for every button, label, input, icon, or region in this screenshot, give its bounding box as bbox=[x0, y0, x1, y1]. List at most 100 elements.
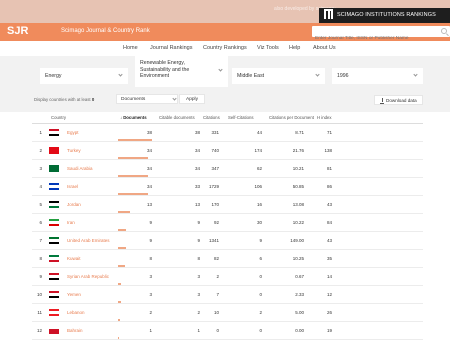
institution-building-icon bbox=[324, 9, 333, 19]
country-link[interactable]: Bahrain bbox=[67, 328, 83, 333]
table-row[interactable]: 1 Egypt 38 38 331 44 8.71 71 bbox=[32, 124, 423, 142]
header-h-index[interactable]: H index bbox=[317, 115, 332, 120]
documents-cell: 9 bbox=[149, 238, 152, 243]
table-row[interactable]: 11 Lebanon 2 2 10 2 5.00 26 bbox=[32, 304, 423, 322]
subject-area-select[interactable]: Energy bbox=[40, 68, 128, 84]
documents-cell: 34 bbox=[146, 184, 152, 189]
nav-country-rankings[interactable]: Country Rankings bbox=[203, 45, 247, 51]
citations-per-document-cell: 0.00 bbox=[295, 328, 304, 333]
country-link[interactable]: Israel bbox=[67, 184, 78, 189]
table-row[interactable]: 12 Bahrain 1 1 0 0 0.00 19 bbox=[32, 322, 423, 340]
top-banner: also developed by scimago: SCIMAGO INSTI… bbox=[0, 0, 450, 23]
apply-button[interactable]: Apply bbox=[179, 94, 205, 104]
header-self-citations[interactable]: Self-Citations bbox=[228, 115, 254, 120]
country-link[interactable]: Iran bbox=[67, 220, 75, 225]
table-row[interactable]: 2 Turkey 34 34 740 174 21.76 138 bbox=[32, 142, 423, 160]
nav-help[interactable]: Help bbox=[289, 45, 300, 51]
table-row[interactable]: 5 Jordan 13 13 170 16 13.08 43 bbox=[32, 196, 423, 214]
citations-cell: 7 bbox=[216, 292, 219, 297]
country-link[interactable]: Lebanon bbox=[67, 310, 85, 315]
header-country[interactable]: Country bbox=[51, 115, 66, 120]
documents-bar bbox=[118, 229, 127, 231]
documents-bar bbox=[118, 319, 120, 321]
country-link[interactable]: Jordan bbox=[67, 202, 81, 207]
header-documents[interactable]: ↓ Documents bbox=[120, 115, 147, 120]
h-index-cell: 84 bbox=[326, 220, 332, 225]
subject-category-select[interactable]: Renewable Energy, Sustainability and the… bbox=[135, 56, 228, 87]
chevron-down-icon bbox=[218, 67, 223, 72]
documents-cell: 8 bbox=[149, 256, 152, 261]
h-index-cell: 81 bbox=[326, 166, 332, 171]
table-row[interactable]: 4 Israel 34 33 1729 106 50.85 86 bbox=[32, 178, 423, 196]
self-citations-cell: 0 bbox=[259, 274, 262, 279]
chevron-down-icon bbox=[172, 96, 177, 101]
h-index-cell: 35 bbox=[326, 256, 332, 261]
table-row[interactable]: 3 Saudi Arabia 34 34 347 62 10.21 81 bbox=[32, 160, 423, 178]
documents-bar bbox=[118, 265, 126, 267]
self-citations-cell: 174 bbox=[254, 148, 262, 153]
self-citations-cell: 0 bbox=[259, 328, 262, 333]
year-value: 1996 bbox=[337, 73, 349, 79]
nav-home[interactable]: Home bbox=[123, 45, 138, 51]
self-citations-cell: 44 bbox=[256, 130, 262, 135]
country-link[interactable]: Syrian Arab Republic bbox=[67, 274, 109, 279]
site-name[interactable]: Scimago Journal & Country Rank bbox=[61, 28, 150, 34]
sjr-logo[interactable]: SJR bbox=[7, 25, 28, 37]
documents-cell: 3 bbox=[149, 292, 152, 297]
nav-about-us[interactable]: About Us bbox=[313, 45, 336, 51]
table-row[interactable]: 7 United Arab Emirates 9 9 1341 9 149.00 43 bbox=[32, 232, 423, 250]
rank-cell: 11 bbox=[37, 310, 42, 315]
min-threshold-value[interactable]: 0 bbox=[92, 97, 94, 102]
citations-per-document-cell: 13.08 bbox=[292, 202, 304, 207]
header-citable-documents[interactable]: Citable documents bbox=[159, 115, 195, 120]
table-row[interactable]: 9 Syrian Arab Republic 3 3 2 0 0.67 14 bbox=[32, 268, 423, 286]
citations-cell: 1341 bbox=[208, 238, 219, 243]
chevron-down-icon bbox=[315, 72, 320, 77]
nav-journal-rankings[interactable]: Journal Rankings bbox=[150, 45, 193, 51]
header-citations[interactable]: Citations bbox=[203, 115, 220, 120]
scimago-institutions-link[interactable]: SCIMAGO INSTITUTIONS RANKINGS bbox=[319, 8, 450, 23]
table-row[interactable]: 6 Iran 9 9 92 30 10.22 84 bbox=[32, 214, 423, 232]
country-link[interactable]: United Arab Emirates bbox=[67, 238, 110, 243]
citable-documents-cell: 34 bbox=[194, 148, 200, 153]
rank-cell: 3 bbox=[39, 166, 42, 171]
table-row[interactable]: 10 Yemen 3 3 7 0 2.33 12 bbox=[32, 286, 423, 304]
rank-cell: 2 bbox=[39, 148, 42, 153]
country-flag-icon bbox=[49, 183, 59, 190]
year-select[interactable]: 1996 bbox=[332, 68, 423, 84]
country-link[interactable]: Saudi Arabia bbox=[67, 166, 93, 171]
metric-select[interactable]: Documents bbox=[116, 94, 178, 104]
citable-documents-cell: 3 bbox=[197, 274, 200, 279]
search-icon[interactable] bbox=[441, 28, 447, 34]
table-body: 1 Egypt 38 38 331 44 8.71 71 2 Turkey 34 34 740 174 21… bbox=[32, 124, 423, 340]
download-icon bbox=[380, 98, 384, 104]
subject-category-value: Renewable Energy, Sustainability and the… bbox=[140, 60, 190, 79]
citations-cell: 1729 bbox=[208, 184, 219, 189]
table-header: Country ↓ Documents Citable documents Ci… bbox=[32, 111, 423, 124]
documents-bar bbox=[118, 337, 119, 339]
citations-per-document-cell: 5.00 bbox=[295, 310, 304, 315]
nav-viz-tools[interactable]: Viz Tools bbox=[257, 45, 279, 51]
citable-documents-cell: 38 bbox=[194, 130, 200, 135]
header-documents-label: Documents bbox=[123, 115, 147, 120]
citable-documents-cell: 33 bbox=[194, 184, 200, 189]
rank-cell: 1 bbox=[39, 130, 42, 135]
country-flag-icon bbox=[49, 255, 59, 262]
download-data-button[interactable]: Download data bbox=[374, 95, 423, 105]
citable-documents-cell: 13 bbox=[194, 202, 200, 207]
table-row[interactable]: 8 Kuwait 8 8 82 6 10.25 35 bbox=[32, 250, 423, 268]
region-select[interactable]: Middle East bbox=[232, 68, 325, 84]
country-link[interactable]: Yemen bbox=[67, 292, 81, 297]
header-citations-per-document[interactable]: Citations per Document bbox=[269, 115, 314, 120]
country-link[interactable]: Kuwait bbox=[67, 256, 81, 261]
country-link[interactable]: Turkey bbox=[67, 148, 81, 153]
citations-cell: 347 bbox=[211, 166, 219, 171]
rank-cell: 8 bbox=[39, 256, 42, 261]
rank-cell: 4 bbox=[39, 184, 42, 189]
h-index-cell: 71 bbox=[326, 130, 332, 135]
documents-cell: 34 bbox=[146, 148, 152, 153]
chevron-down-icon bbox=[118, 72, 123, 77]
h-index-cell: 86 bbox=[326, 184, 332, 189]
country-link[interactable]: Egypt bbox=[67, 130, 79, 135]
h-index-cell: 26 bbox=[326, 310, 332, 315]
